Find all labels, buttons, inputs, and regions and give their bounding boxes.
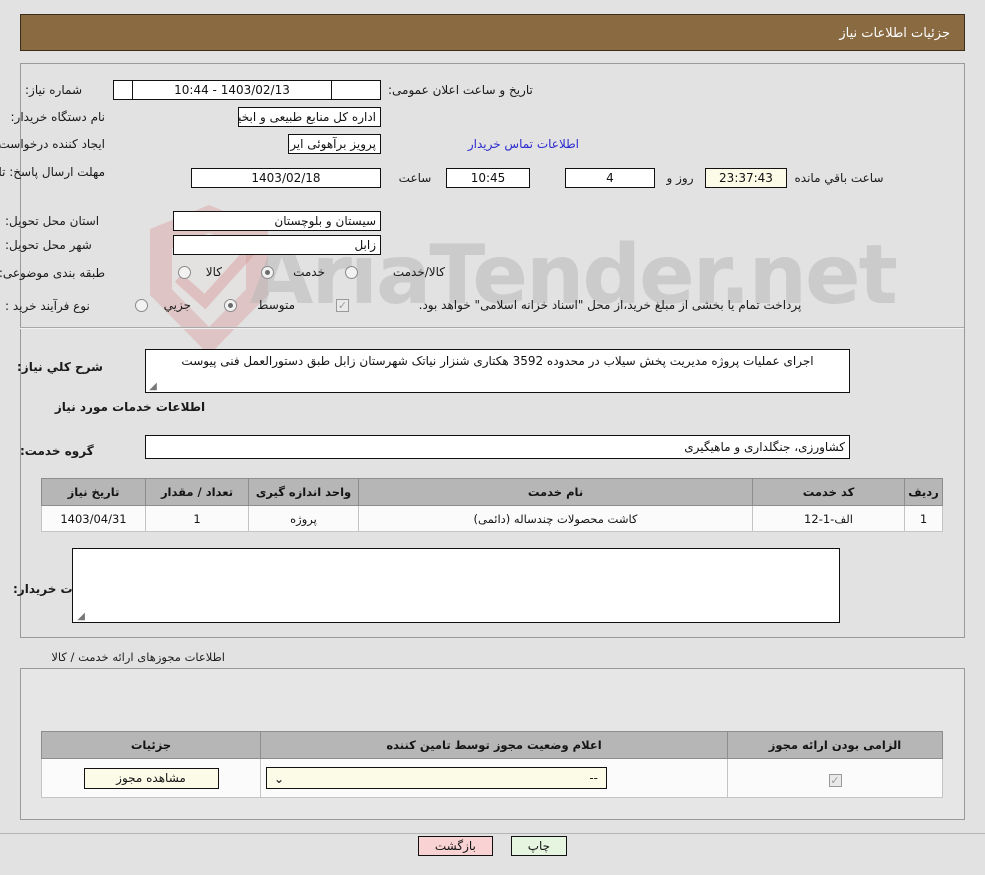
license-required-checkbox: ✓ <box>828 774 842 787</box>
services-table: ردیف کد خدمت نام خدمت واحد اندازه گیری ت… <box>41 478 943 532</box>
delivery-city-label: شهر محل تحویل: <box>5 238 92 252</box>
need-number-label: شماره نیاز: <box>25 83 82 97</box>
process-radio-jozi-label: جزیي <box>163 298 191 312</box>
delivery-province-label: استان محل تحویل: <box>5 214 100 228</box>
buyer-org-label: نام دستگاه خریدار: <box>10 110 106 124</box>
divider-1 <box>20 327 964 329</box>
process-label: نوع فرآیند خرید : <box>5 299 90 313</box>
footer-divider <box>0 833 985 834</box>
services-col-date: تاریخ نیاز <box>41 478 146 506</box>
back-button[interactable]: بازگشت <box>417 836 493 856</box>
table-row: ✓ ⌄ -- مشاهده مجوز <box>41 758 943 798</box>
category-radio-kala[interactable] <box>178 266 191 279</box>
licenses-col-status: اعلام وضعیت مجوز توسط تامین کننده <box>260 731 728 759</box>
category-radio-kala-khedmat-label: کالا/خدمت <box>392 265 445 279</box>
page-header: جزئیات اطلاعات نیاز <box>20 14 965 51</box>
page-title: جزئیات اطلاعات نیاز <box>839 26 950 41</box>
category-radio-khedmat[interactable] <box>261 266 274 279</box>
buyer-notes-value[interactable]: ◢ <box>72 548 840 623</box>
category-radio-kala-label: کالا <box>205 265 222 279</box>
licenses-table: الزامی بودن ارائه مجوز اعلام وضعیت مجوز … <box>41 731 943 798</box>
category-radio-kala-khedmat[interactable] <box>345 266 358 279</box>
services-col-row: ردیف <box>904 478 943 506</box>
process-radio-motavasset[interactable] <box>224 299 237 312</box>
category-radio-khedmat-label: خدمت <box>293 265 325 279</box>
deadline-hour-label: ساعت <box>398 171 432 185</box>
services-section-title: اطلاعات خدمات مورد نیاز <box>54 400 206 414</box>
category-label: طبقه بندی موضوعی: <box>0 266 105 280</box>
announce-datetime-value: 1403/02/13 - 10:44 <box>132 80 332 100</box>
creator-label: ایجاد کننده درخواست: <box>0 137 105 151</box>
resize-grip-icon[interactable]: ◢ <box>148 382 158 392</box>
resize-grip-icon-2[interactable]: ◢ <box>75 612 85 622</box>
service-group-label: گروه خدمت: <box>20 444 94 458</box>
need-desc-text: اجرای عملیات پروژه مدیریت پخش سیلاب در م… <box>181 354 814 368</box>
services-cell-code: الف-1-12 <box>752 505 905 532</box>
services-col-code: کد خدمت <box>752 478 905 506</box>
need-desc-value[interactable]: اجرای عملیات پروژه مدیریت پخش سیلاب در م… <box>145 349 850 393</box>
licenses-section-title: اطلاعات مجوزهای ارائه خدمت / کالا <box>51 650 225 664</box>
licenses-cell-detail: مشاهده مجوز <box>41 758 261 798</box>
licenses-cell-status: ⌄ -- <box>260 758 728 798</box>
deadline-label: مهلت ارسال پاسخ: تا تاریخ: <box>0 165 105 179</box>
buyer-contact-link[interactable]: اطلاعات تماس خریدار <box>468 137 579 151</box>
licenses-col-detail: جزئیات <box>41 731 261 759</box>
licenses-col-required: الزامی بودن ارائه مجوز <box>727 731 943 759</box>
creator-value: پرویز برآهوئی ایراندوست کاربرداز اداره ک… <box>288 134 381 154</box>
licenses-table-header-row: الزامی بودن ارائه مجوز اعلام وضعیت مجوز … <box>41 731 943 759</box>
license-status-select[interactable]: ⌄ -- <box>266 767 607 789</box>
deadline-hour-value: 10:45 <box>446 168 530 188</box>
services-cell-date: 1403/04/31 <box>41 505 146 532</box>
licenses-cell-required: ✓ <box>727 758 943 798</box>
need-desc-label: شرح کلي نیاز: <box>17 360 103 374</box>
license-status-value: -- <box>589 771 598 785</box>
footer-buttons: بازگشت چاپ <box>0 836 985 856</box>
table-row: 1 الف-1-12 کاشت محصولات چندساله (دائمی) … <box>41 505 943 532</box>
delivery-province-value: سیستان و بلوچستان <box>173 211 381 231</box>
services-col-name: نام خدمت <box>358 478 753 506</box>
delivery-city-value: زابل <box>173 235 381 255</box>
remaining-time-label: ساعت باقي مانده <box>794 171 884 185</box>
chevron-down-icon: ⌄ <box>274 772 285 786</box>
remaining-days-value: 4 <box>565 168 655 188</box>
services-table-header-row: ردیف کد خدمت نام خدمت واحد اندازه گیری ت… <box>41 478 943 506</box>
services-cell-name: کاشت محصولات چندساله (دائمی) <box>358 505 753 532</box>
buyer-org-value: اداره کل منابع طبیعی و ابخیزداری استان س… <box>238 107 381 127</box>
remaining-days-label: روز و <box>666 171 694 185</box>
services-col-qty: تعداد / مقدار <box>145 478 249 506</box>
process-radio-jozi[interactable] <box>135 299 148 312</box>
announce-datetime-label: تاریخ و ساعت اعلان عمومی: <box>388 83 533 97</box>
services-cell-row: 1 <box>904 505 943 532</box>
services-col-unit: واحد اندازه گیری <box>248 478 359 506</box>
services-cell-qty: 1 <box>145 505 249 532</box>
treasury-note: پرداخت تمام یا بخشی از مبلغ خرید،از محل … <box>418 298 802 312</box>
view-license-button[interactable]: مشاهده مجوز <box>83 767 219 789</box>
remaining-time-value: 23:37:43 <box>705 168 787 188</box>
treasury-checkbox[interactable]: ✓ <box>336 299 349 312</box>
print-button[interactable]: چاپ <box>510 836 568 856</box>
process-radio-motavasset-label: متوسط <box>257 298 295 312</box>
deadline-date-value: 1403/02/18 <box>191 168 381 188</box>
service-group-value: کشاورزی، جنگلداری و ماهیگیری <box>145 435 850 459</box>
services-cell-unit: پروژه <box>248 505 359 532</box>
